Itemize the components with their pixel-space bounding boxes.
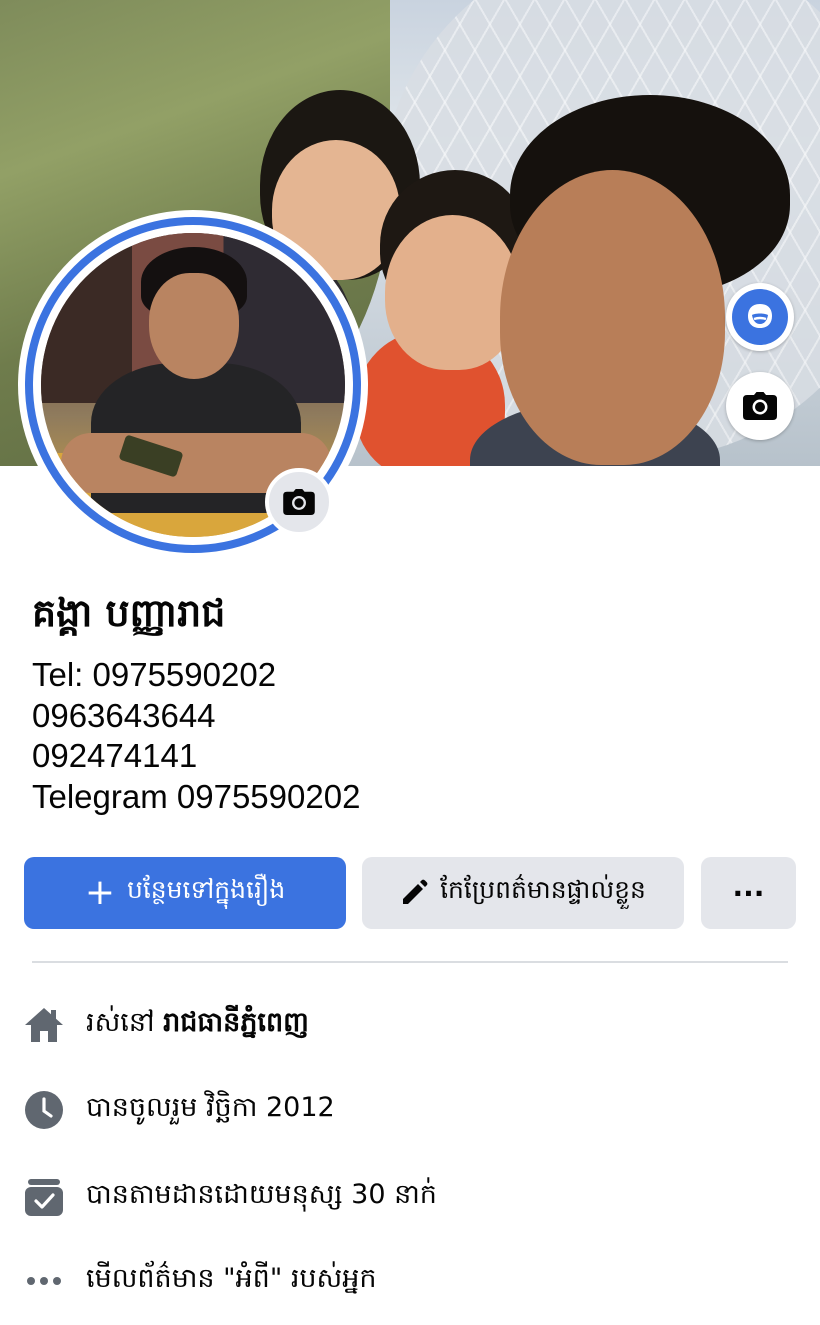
photo-face — [149, 273, 239, 379]
edit-profile-button[interactable]: កែប្រែពត៌មានផ្ទាល់ខ្លួន — [362, 857, 684, 929]
bio-line: Tel: 0975590202 — [32, 656, 277, 693]
profile-name: គង្គា បញ្ញារាជ — [32, 591, 226, 635]
followers-text: បានតាមដានដោយមនុស្ស 30 នាក់ — [86, 1178, 437, 1210]
edit-profile-label: កែប្រែពត៌មានផ្ទាល់ខ្លួន — [440, 875, 646, 904]
divider — [32, 961, 788, 963]
detail-see-about[interactable]: មើលព័ត៌មាន "អំពី" របស់អ្នក — [24, 1251, 377, 1311]
detail-lives-in: រស់នៅ រាជធានីភ្នំពេញ — [24, 995, 309, 1055]
lives-in-city[interactable]: រាជធានីភ្នំពេញ — [163, 1007, 309, 1038]
camera-icon — [743, 392, 777, 420]
add-to-story-button[interactable]: + បន្ថែមទៅក្នុងរឿង — [24, 857, 346, 929]
add-to-story-label: បន្ថែមទៅក្នុងរឿង — [126, 875, 286, 904]
more-horizontal-icon: ··· — [732, 876, 765, 910]
detail-followers[interactable]: បានតាមដានដោយមនុស្ស 30 នាក់ — [24, 1167, 437, 1227]
avatar-frame-button[interactable] — [726, 283, 794, 351]
bio-line: 092474141 — [32, 737, 198, 774]
rss-feed-icon — [24, 1177, 64, 1217]
see-about-text: មើលព័ត៌មាន "អំពី" របស់អ្នក — [86, 1262, 377, 1294]
avatar-icon — [732, 289, 788, 345]
plus-icon: + — [84, 872, 115, 913]
bio-line: Telegram 0975590202 — [32, 777, 361, 815]
cover-man-face — [500, 170, 725, 465]
profile-camera-button[interactable] — [265, 468, 333, 536]
lives-in-prefix: រស់នៅ — [86, 1006, 155, 1038]
cover-camera-button[interactable] — [726, 372, 794, 440]
pencil-icon — [403, 879, 428, 904]
more-options-button[interactable]: ··· — [701, 857, 796, 929]
bio-line: 0963643644 — [32, 696, 216, 734]
home-icon — [24, 1005, 64, 1045]
clock-icon — [24, 1090, 64, 1130]
more-horizontal-icon — [24, 1261, 64, 1301]
joined-text: បានចូលរួម វិច្ឆិកា 2012 — [86, 1091, 335, 1123]
profile-bio: Tel: 0975590202 0963643644 092474141 Tel… — [32, 655, 732, 817]
detail-joined: បានចូលរួម វិច្ឆិកា 2012 — [24, 1080, 335, 1140]
camera-icon — [283, 489, 315, 515]
